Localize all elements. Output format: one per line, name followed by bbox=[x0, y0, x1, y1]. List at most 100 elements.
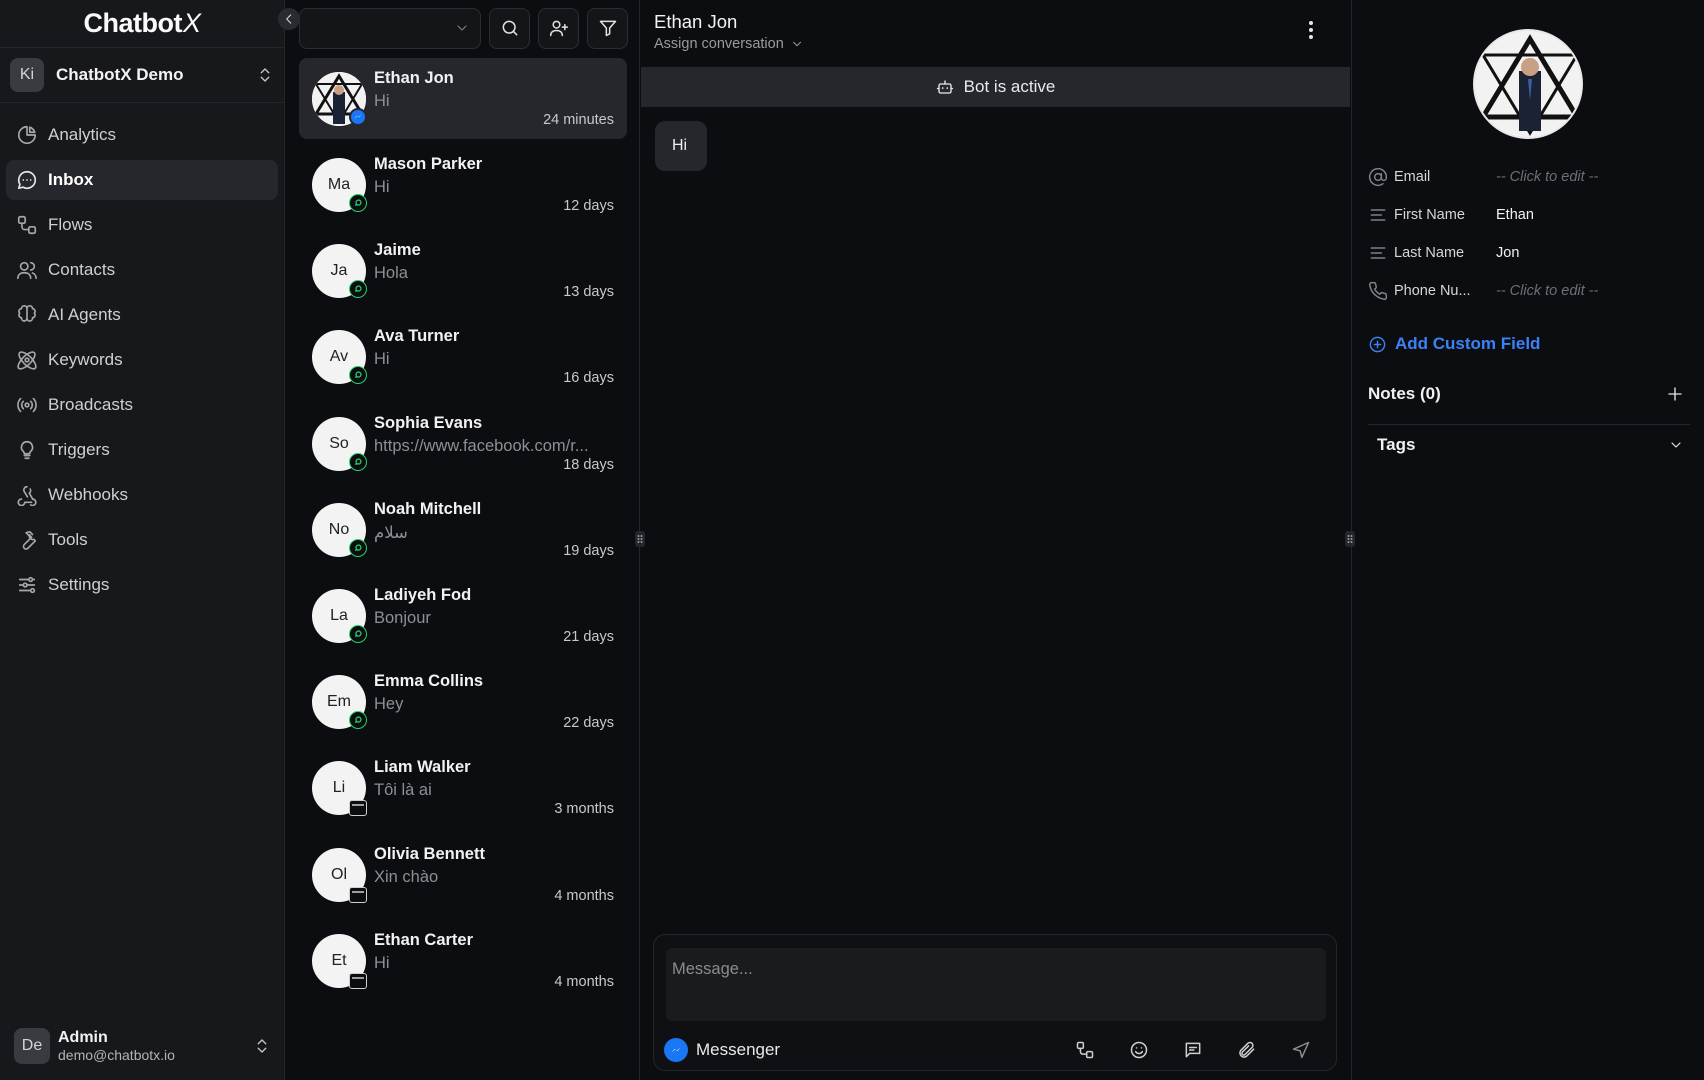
sidebar-item-contacts[interactable]: Contacts bbox=[6, 250, 278, 290]
sidebar-item-broadcasts[interactable]: Broadcasts bbox=[6, 385, 278, 425]
more-options-button[interactable] bbox=[1308, 20, 1314, 40]
sidebar-item-flows[interactable]: Flows bbox=[6, 205, 278, 245]
add-note-button[interactable] bbox=[1666, 385, 1684, 403]
grip-icon bbox=[637, 535, 643, 543]
conversation-item[interactable]: Ol Olivia Bennett Xin chào 4 months bbox=[299, 834, 627, 920]
paperclip-icon bbox=[1239, 1041, 1255, 1058]
message-square-icon bbox=[1185, 1042, 1201, 1058]
conversation-name: Liam Walker bbox=[374, 758, 471, 777]
message-bubble: Hi bbox=[655, 121, 707, 171]
conversation-item[interactable]: Li Liam Walker Tôi là ai 3 months bbox=[299, 747, 627, 833]
resize-handle[interactable] bbox=[635, 531, 645, 547]
avatar-initials: Av bbox=[329, 348, 349, 366]
add-user-button[interactable] bbox=[538, 7, 580, 49]
contact-field-email: Email -- Click to edit -- bbox=[1368, 164, 1688, 190]
conversation-preview: Hi bbox=[374, 178, 390, 196]
conversation-item[interactable]: So Sophia Evans https://www.facebook.com/r… bbox=[299, 403, 627, 489]
messenger-icon[interactable] bbox=[664, 1038, 688, 1062]
contact-details-panel: Email -- Click to edit -- First Name Ethan L… bbox=[1351, 0, 1704, 1080]
emoji-button[interactable] bbox=[1112, 1040, 1166, 1060]
collapse-sidebar-button[interactable] bbox=[278, 8, 300, 30]
search-icon bbox=[502, 20, 518, 36]
conversation-name: Noah Mitchell bbox=[374, 499, 482, 518]
conversation-item[interactable]: No Noah Mitchell سلام 19 days bbox=[299, 489, 627, 575]
conversation-toolbar bbox=[286, 0, 639, 56]
user-name: Admin bbox=[58, 1029, 108, 1046]
flows-icon bbox=[16, 214, 38, 236]
chevron-down-icon bbox=[1668, 437, 1684, 453]
conversation-preview: Bonjour bbox=[374, 608, 431, 627]
conversation-time: 24 minutes bbox=[543, 112, 614, 128]
sidebar-item-label: Analytics bbox=[48, 125, 117, 144]
chat-panel: Ethan Jon Assign conversation Bot is act… bbox=[641, 0, 1350, 1080]
conversation-list: Ethan Jon Hi 24 minutes Ma Mason Parker Hi 12 … bbox=[286, 56, 639, 1006]
wrench-icon bbox=[16, 529, 38, 551]
workspace-name: ChatbotX Demo bbox=[56, 65, 184, 84]
sidebar-item-label: Contacts bbox=[48, 260, 116, 279]
sidebar-item-label: Inbox bbox=[48, 170, 94, 189]
conversation-name: Ava Turner bbox=[374, 327, 460, 346]
flow-button[interactable] bbox=[1058, 1040, 1112, 1060]
conversation-item[interactable]: Et Ethan Carter Hi 4 months bbox=[299, 920, 627, 1006]
notes-title: Notes (0) bbox=[1368, 384, 1441, 403]
conversation-time: 18 days bbox=[563, 456, 614, 473]
search-button[interactable] bbox=[489, 7, 531, 49]
web-chat-icon bbox=[349, 800, 367, 817]
sliders-icon bbox=[16, 574, 38, 596]
brand-logo[interactable]: Chatbot X bbox=[0, 0, 284, 48]
conversation-name: Sophia Evans bbox=[374, 413, 483, 432]
sidebar-item-inbox[interactable]: Inbox bbox=[6, 160, 278, 200]
tags-section[interactable]: Tags bbox=[1368, 424, 1690, 466]
send-button[interactable] bbox=[1274, 1040, 1328, 1060]
sidebar-item-settings[interactable]: Settings bbox=[6, 565, 278, 605]
sidebar-item-tools[interactable]: Tools bbox=[6, 520, 278, 560]
messenger-icon bbox=[349, 108, 367, 126]
bot-status-banner[interactable]: Bot is active bbox=[641, 67, 1350, 107]
field-value[interactable]: Ethan bbox=[1496, 207, 1534, 223]
contact-field-first-name: First Name Ethan bbox=[1368, 202, 1688, 228]
resize-handle[interactable] bbox=[1345, 531, 1355, 547]
conversation-item[interactable]: Ethan Jon Hi 24 minutes bbox=[299, 58, 627, 139]
grip-icon bbox=[1347, 535, 1353, 543]
avatar-initials: No bbox=[328, 520, 350, 538]
message-input[interactable] bbox=[666, 948, 1326, 1021]
conversation-name: Ladiyeh Fod bbox=[374, 585, 472, 604]
user-plus-icon bbox=[549, 20, 568, 37]
conversation-item[interactable]: Em Emma Collins Hey 22 days bbox=[299, 661, 627, 747]
field-value[interactable]: -- Click to edit -- bbox=[1496, 283, 1598, 299]
avatar-initials: Ma bbox=[327, 176, 351, 193]
saved-replies-button[interactable] bbox=[1166, 1040, 1220, 1060]
sidebar-item-analytics[interactable]: Analytics bbox=[6, 115, 278, 155]
conversation-item[interactable]: Av Ava Turner Hi 16 days bbox=[299, 316, 627, 402]
conversation-time: 4 months bbox=[554, 887, 614, 904]
sidebar-item-label: AI Agents bbox=[48, 305, 121, 324]
contact-field-last-name: Last Name Jon bbox=[1368, 240, 1688, 266]
avatar-initials: Em bbox=[327, 693, 351, 711]
avatar-initials: Li bbox=[332, 779, 346, 797]
workspace-switcher[interactable]: Ki ChatbotX Demo bbox=[0, 48, 284, 103]
channel-selector[interactable]: Messenger bbox=[696, 1040, 1058, 1060]
conversation-item[interactable]: Ma Mason Parker Hi 12 days bbox=[299, 144, 627, 230]
sidebar-item-triggers[interactable]: Triggers bbox=[6, 430, 278, 470]
conversation-item[interactable]: Ja Jaime Hola 13 days bbox=[299, 230, 627, 316]
conversation-filter-select[interactable] bbox=[299, 7, 482, 49]
conversation-time: 4 months bbox=[554, 973, 614, 990]
conversation-preview: Hey bbox=[374, 695, 404, 714]
add-custom-field-button[interactable]: Add Custom Field bbox=[1368, 334, 1540, 354]
contact-field-phone-nu: Phone Nu... -- Click to edit -- bbox=[1368, 278, 1688, 304]
attach-button[interactable] bbox=[1220, 1040, 1274, 1060]
conversation-item[interactable]: La Ladiyeh Fod Bonjour 21 days bbox=[299, 575, 627, 661]
conversation-preview: https://www.facebook.com/r... bbox=[374, 436, 589, 455]
sidebar-item-keywords[interactable]: Keywords bbox=[6, 340, 278, 380]
field-label: Email bbox=[1394, 169, 1431, 185]
field-value[interactable]: Jon bbox=[1496, 245, 1519, 261]
field-value[interactable]: -- Click to edit -- bbox=[1496, 169, 1598, 185]
sidebar-item-ai-agents[interactable]: AI Agents bbox=[6, 295, 278, 335]
user-menu[interactable]: De Admin demo@chatbotx.io bbox=[0, 1012, 285, 1080]
filter-button[interactable] bbox=[587, 7, 629, 49]
broadcast-icon bbox=[16, 394, 38, 416]
conversation-name: Ethan Jon bbox=[374, 69, 454, 87]
sidebar-item-webhooks[interactable]: Webhooks bbox=[6, 475, 278, 515]
assign-conversation-dropdown[interactable]: Assign conversation bbox=[654, 36, 1337, 52]
user-email: demo@chatbotx.io bbox=[58, 1047, 175, 1063]
